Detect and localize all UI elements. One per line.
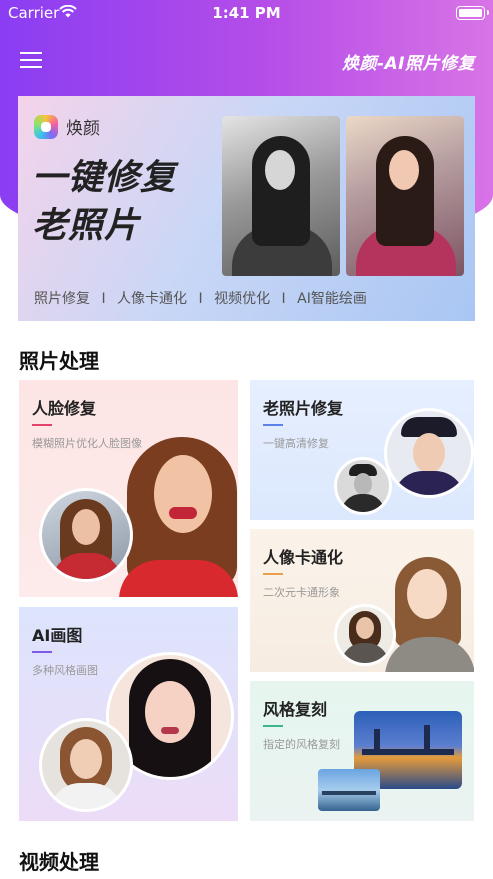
- title-underline: [263, 424, 283, 426]
- card-subtitle: 指定的风格复刻: [263, 738, 340, 751]
- ai-painting-source-photo: [39, 718, 133, 812]
- tag-separator: I: [198, 291, 203, 307]
- card-subtitle: 多种风格画图: [32, 664, 98, 677]
- card-title: 人脸修复: [32, 399, 97, 418]
- headline-line-2: 老照片: [32, 206, 141, 246]
- banner-brand: 焕颜: [34, 114, 100, 139]
- status-bar: Carrier 1:41 PM: [0, 0, 493, 26]
- clock: 1:41 PM: [212, 4, 281, 22]
- app-title: 焕颜-AI照片修复: [341, 54, 475, 74]
- woman-real-photo: [334, 604, 396, 666]
- young-man-bw-photo: [334, 457, 392, 515]
- after-photo: [346, 116, 464, 276]
- app-logo-icon: [34, 114, 58, 139]
- section-title-photo: 照片处理: [19, 349, 99, 373]
- tag-separator: I: [281, 291, 286, 307]
- tag-separator: I: [101, 291, 106, 307]
- cartoon-woman-illustration: [385, 557, 474, 672]
- ai-painting-card[interactable]: AI画图 多种风格画图: [19, 607, 238, 821]
- original-bridge-photo: [318, 769, 380, 811]
- tag-label: 人像卡通化: [117, 291, 188, 307]
- banner-tags: 照片修复 I 人像卡通化 I 视频优化 I AI智能绘画: [34, 288, 367, 308]
- face-repair-thumbnail: [39, 488, 133, 582]
- tag-label: AI智能绘画: [297, 291, 367, 307]
- title-underline: [263, 573, 283, 575]
- tag-label: 照片修复: [34, 291, 90, 307]
- card-subtitle: 一键高清修复: [263, 437, 329, 450]
- woman-portrait-illustration: [119, 435, 238, 597]
- title-underline: [32, 424, 52, 426]
- banner-headline: 一键修复 老照片: [32, 154, 176, 250]
- title-underline: [32, 651, 52, 653]
- brand-name: 焕颜: [66, 119, 100, 139]
- card-title: 老照片修复: [263, 399, 344, 418]
- card-title: AI画图: [32, 626, 83, 645]
- card-title: 人像卡通化: [263, 548, 344, 567]
- hamburger-menu-icon[interactable]: [20, 50, 42, 70]
- card-subtitle: 二次元卡通形象: [263, 586, 340, 599]
- young-man-color-photo: [384, 408, 474, 498]
- section-title-video: 视频处理: [19, 850, 99, 874]
- battery-icon: [456, 6, 485, 20]
- title-underline: [263, 725, 283, 727]
- old-photo-repair-card[interactable]: 老照片修复 一键高清修复: [250, 380, 474, 520]
- tag-label: 视频优化: [214, 291, 271, 307]
- face-repair-card[interactable]: 人脸修复 模糊照片优化人脸图像: [19, 380, 238, 597]
- style-copy-card[interactable]: 风格复刻 指定的风格复刻: [250, 681, 474, 821]
- headline-line-1: 一键修复: [32, 158, 177, 198]
- before-photo: [222, 116, 340, 276]
- promo-banner[interactable]: 焕颜 一键修复 老照片 照片修复 I 人像卡通化 I 视频优化 I AI智能绘画: [18, 96, 475, 321]
- card-title: 风格复刻: [263, 700, 328, 719]
- portrait-cartoon-card[interactable]: 人像卡通化 二次元卡通形象: [250, 529, 474, 672]
